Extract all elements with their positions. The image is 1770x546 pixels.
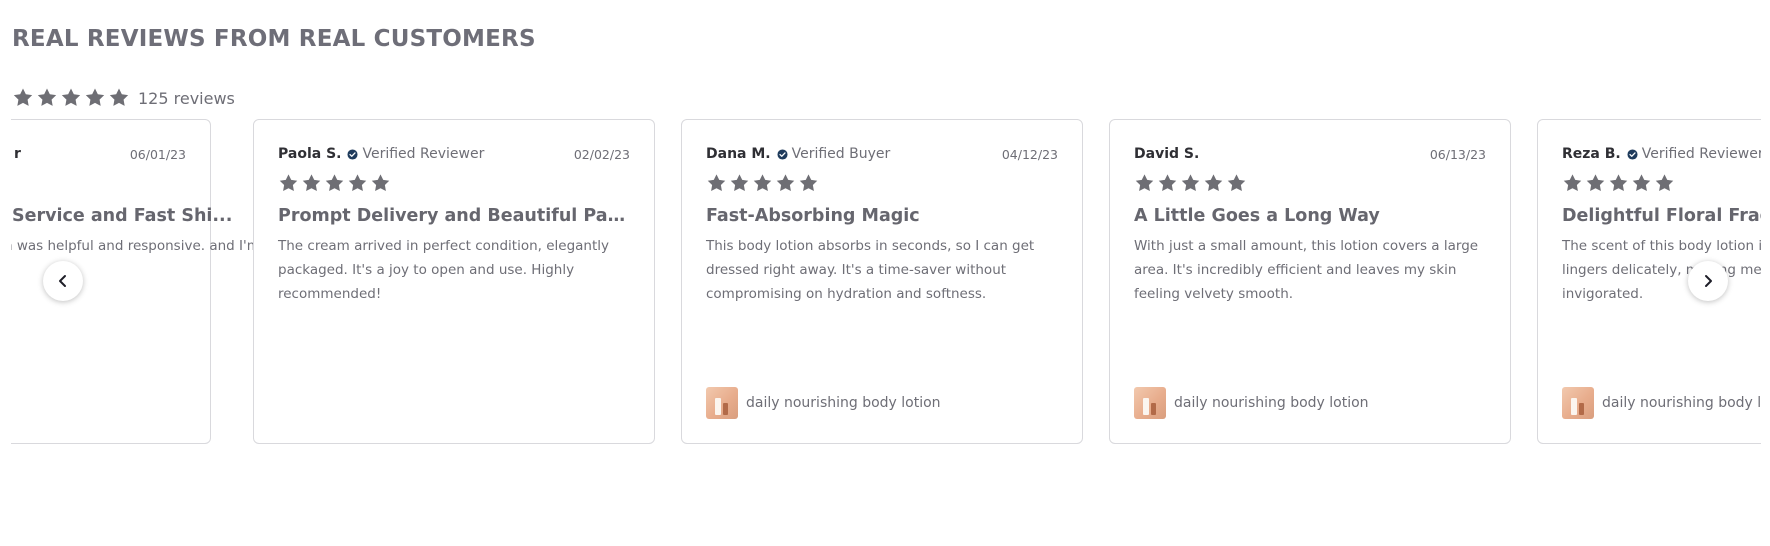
review-title: Fast-Absorbing Magic: [706, 206, 920, 226]
product-name: daily nourishing body lotion: [1602, 395, 1761, 411]
verified-check-icon: [1627, 148, 1638, 160]
chevron-right-icon: [1705, 275, 1712, 287]
review-carousel: r 06/01/23 Service and Fast Shi... n was he…: [11, 119, 1761, 447]
star-icon: [325, 174, 344, 192]
review-card: Dana M. Verified Buyer 04/12/23 Fast-Absorb…: [681, 119, 1083, 444]
review-date: 06/13/23: [1429, 146, 1486, 162]
review-date: 06/01/23: [129, 146, 186, 162]
reviewed-product-link[interactable]: daily nourishing body lotion: [706, 387, 941, 419]
verified-badge: Verified Reviewer: [347, 146, 484, 162]
verified-label: Verified Reviewer: [362, 146, 485, 162]
star-icon: [1655, 174, 1674, 192]
section-title: REAL REVIEWS FROM REAL CUSTOMERS: [12, 26, 536, 52]
review-date: 04/12/23: [1001, 146, 1058, 162]
review-stars: [706, 173, 819, 194]
review-card: David S. 06/13/23 A Little Goes a Long Way…: [1109, 119, 1511, 444]
star-icon: [302, 174, 321, 192]
review-stars: [1134, 173, 1247, 194]
star-icon: [371, 174, 390, 192]
reviewer-name: r: [14, 146, 21, 162]
reviewed-product-link[interactable]: daily nourishing body lotion: [1562, 387, 1761, 419]
carousel-next-button[interactable]: [1688, 261, 1728, 301]
star-icon: [1181, 174, 1200, 192]
review-body: With just a small amount, this lotion co…: [1134, 238, 1479, 302]
review-count-link[interactable]: 125 reviews: [138, 89, 235, 108]
star-icon: [1563, 174, 1582, 192]
verified-label: Verified Reviewer: [1641, 146, 1761, 162]
reviewer-name: Paola S.: [278, 146, 342, 162]
review-card: Paola S. Verified Reviewer 02/02/23 Prompt …: [253, 119, 655, 444]
product-thumbnail: [1562, 387, 1594, 419]
star-icon: [1586, 174, 1605, 192]
star-icon: [799, 174, 818, 192]
review-card: r 06/01/23 Service and Fast Shi... n was he…: [11, 119, 371, 444]
chevron-left-icon: [59, 275, 66, 287]
review-stars: [278, 173, 391, 194]
star-icon: [85, 88, 105, 106]
verified-badge: Verified Reviewer: [1627, 146, 1761, 162]
review-stars: [1562, 173, 1675, 194]
review-body: The scent of this body lotion is like fr…: [1562, 238, 1761, 302]
review-header: Reza B. Verified Reviewer: [1562, 146, 1761, 162]
star-icon: [348, 174, 367, 192]
star-icon: [61, 88, 81, 106]
star-icon: [13, 88, 33, 106]
star-icon: [37, 88, 57, 106]
reviewer-name: David S.: [1134, 146, 1200, 162]
reviewed-product-link[interactable]: daily nourishing body lotion: [1134, 387, 1369, 419]
product-name: daily nourishing body lotion: [746, 395, 941, 411]
rating-stars: [12, 87, 130, 109]
review-date: 02/02/23: [573, 146, 630, 162]
verified-label: Verified Buyer: [791, 146, 891, 162]
review-body: The cream arrived in perfect condition, …: [278, 238, 610, 302]
carousel-prev-button[interactable]: [43, 261, 83, 301]
verified-check-icon: [347, 148, 359, 160]
star-icon: [753, 174, 772, 192]
star-icon: [1158, 174, 1177, 192]
rating-summary: 125 reviews: [12, 84, 235, 112]
review-title: Delightful Floral Fragrance: [1562, 206, 1761, 226]
star-icon: [707, 174, 726, 192]
review-header: Dana M. Verified Buyer 04/12/23: [706, 146, 1058, 162]
star-icon: [776, 174, 795, 192]
star-icon: [730, 174, 749, 192]
reviewer-name: Reza B.: [1562, 146, 1621, 162]
review-header: David S. 06/13/23: [1134, 146, 1486, 162]
review-header: r 06/01/23: [11, 146, 186, 162]
review-title: A Little Goes a Long Way: [1134, 206, 1380, 226]
verified-badge: Verified Buyer: [777, 146, 891, 162]
product-thumbnail: [1134, 387, 1166, 419]
star-icon: [1204, 174, 1223, 192]
star-icon: [1227, 174, 1246, 192]
star-icon: [109, 88, 129, 106]
product-thumbnail: [706, 387, 738, 419]
review-body: This body lotion absorbs in seconds, so …: [706, 238, 1035, 302]
verified-check-icon: [777, 148, 788, 160]
star-icon: [279, 174, 298, 192]
star-icon: [1135, 174, 1154, 192]
review-title: Prompt Delivery and Beautiful Packaging: [278, 206, 630, 226]
review-title: Service and Fast Shi...: [12, 206, 233, 226]
star-icon: [1609, 174, 1628, 192]
review-header: Paola S. Verified Reviewer 02/02/23: [278, 146, 630, 162]
product-name: daily nourishing body lotion: [1174, 395, 1369, 411]
star-icon: [1632, 174, 1651, 192]
reviewer-name: Dana M.: [706, 146, 771, 162]
